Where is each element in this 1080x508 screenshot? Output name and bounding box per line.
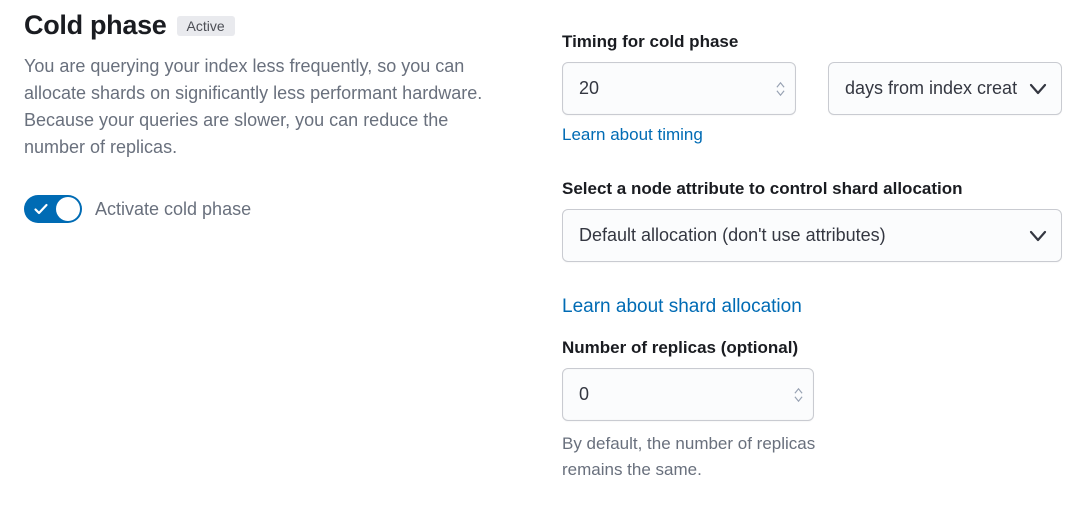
timing-value-wrap[interactable] bbox=[562, 62, 796, 115]
chevron-down-icon bbox=[1029, 83, 1047, 95]
check-icon bbox=[33, 201, 49, 217]
stepper-icon[interactable] bbox=[776, 81, 785, 96]
node-attr-value: Default allocation (don't use attributes… bbox=[579, 225, 886, 246]
status-badge: Active bbox=[177, 16, 235, 36]
timing-label: Timing for cold phase bbox=[562, 32, 1062, 52]
page-title: Cold phase bbox=[24, 10, 167, 41]
phase-description: You are querying your index less frequen… bbox=[24, 53, 514, 161]
replicas-input[interactable] bbox=[563, 369, 813, 420]
replicas-label: Number of replicas (optional) bbox=[562, 338, 1062, 358]
timing-unit-value: days from index creation bbox=[845, 78, 1017, 99]
timing-unit-select[interactable]: days from index creation bbox=[828, 62, 1062, 115]
learn-timing-link[interactable]: Learn about timing bbox=[562, 125, 703, 145]
replicas-wrap[interactable] bbox=[562, 368, 814, 421]
chevron-down-icon bbox=[1029, 230, 1047, 242]
activate-toggle[interactable] bbox=[24, 195, 82, 223]
toggle-knob bbox=[56, 197, 80, 221]
toggle-label: Activate cold phase bbox=[95, 199, 251, 220]
node-attr-label: Select a node attribute to control shard… bbox=[562, 179, 1062, 199]
replicas-help-text: By default, the number of replicas remai… bbox=[562, 431, 822, 482]
timing-value-input[interactable] bbox=[563, 63, 795, 114]
stepper-icon[interactable] bbox=[794, 387, 803, 402]
node-attr-select[interactable]: Default allocation (don't use attributes… bbox=[562, 209, 1062, 262]
learn-shard-allocation-link[interactable]: Learn about shard allocation bbox=[562, 296, 802, 318]
